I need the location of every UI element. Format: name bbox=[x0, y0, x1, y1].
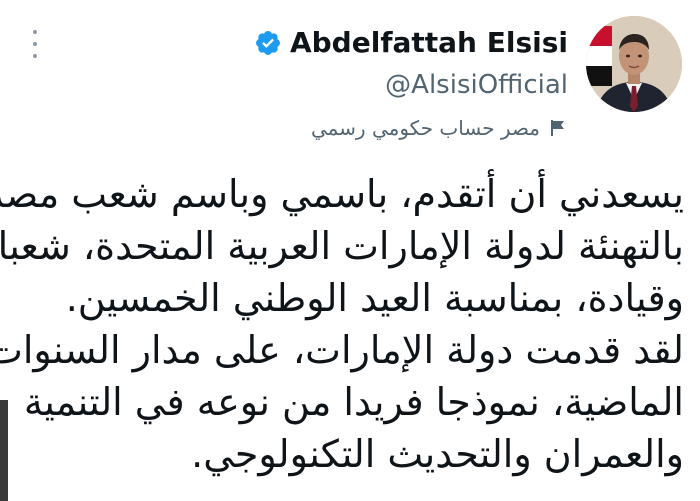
left-edge-bar bbox=[0, 400, 8, 501]
more-dot-icon bbox=[33, 54, 37, 58]
tweet-line: لقد قدمت دولة الإمارات، على مدار السنوات bbox=[0, 328, 684, 372]
verified-badge-icon bbox=[256, 30, 280, 55]
more-dot-icon bbox=[33, 30, 37, 34]
tweet-line: بالتهنئة لدولة الإمارات العربية المتحدة،… bbox=[0, 224, 684, 268]
government-account-label-text: مصر حساب حكومي رسمي bbox=[310, 116, 540, 140]
tweet-line: يسعدني أن أتقدم، باسمي وباسم شعب مصر، bbox=[0, 172, 684, 216]
author-name-row[interactable]: Abdelfattah Elsisi bbox=[254, 26, 568, 59]
tweet-line: والعمران والتحديث التكنولوجي. bbox=[191, 432, 684, 476]
author-handle[interactable]: @AlsisiOfficial bbox=[385, 70, 568, 100]
tweet-line: وقيادة، بمناسبة العيد الوطني الخمسين. bbox=[65, 276, 684, 320]
more-dot-icon bbox=[33, 42, 37, 46]
author-display-name: Abdelfattah Elsisi bbox=[289, 26, 568, 59]
avatar-portrait-icon bbox=[586, 16, 682, 112]
flag-icon bbox=[551, 120, 564, 136]
government-account-label[interactable]: مصر حساب حكومي رسمي bbox=[311, 116, 568, 140]
tweet-line: الماضية، نموذجا فريدا من نوعه في التنمية bbox=[23, 380, 684, 424]
more-options-button[interactable] bbox=[26, 30, 44, 58]
tweet-text: يسعدني أن أتقدم، باسمي وباسم شعب مصر، با… bbox=[0, 168, 684, 480]
avatar[interactable] bbox=[586, 16, 682, 112]
